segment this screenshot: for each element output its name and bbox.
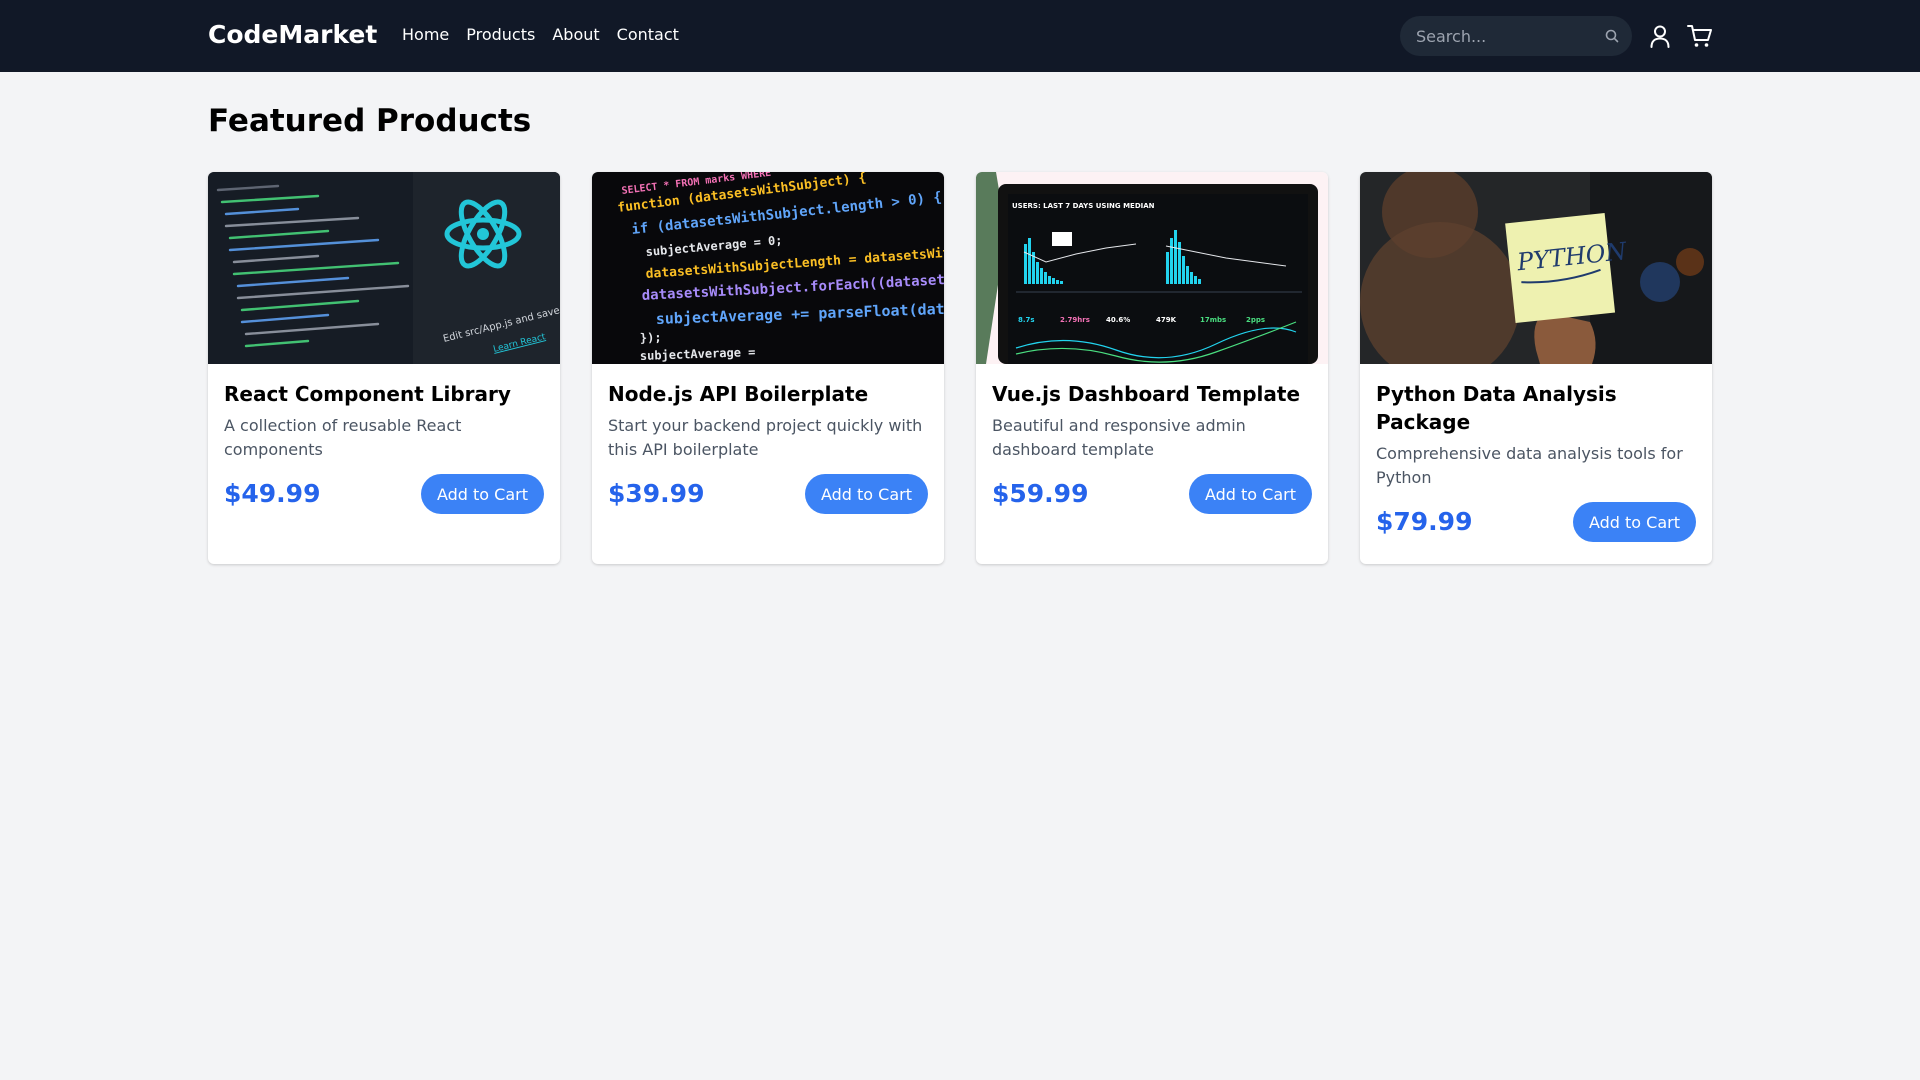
dashboard-stat-3: 40.6% <box>1106 316 1130 324</box>
product-title: Node.js API Boilerplate <box>608 382 869 406</box>
dashboard-stat-4: 479K <box>1156 316 1177 324</box>
dashboard-stat-5: 17mbs <box>1200 316 1226 324</box>
product-card-vuejs: USERS: LAST 7 DAYS USING MEDIAN 8.7s 2.7… <box>976 172 1328 564</box>
dashboard-stat-1: 8.7s <box>1018 316 1035 324</box>
product-price: $59.99 <box>992 479 1089 508</box>
add-to-cart-button[interactable]: Add to Cart <box>804 474 928 514</box>
dashboard-header-text: USERS: LAST 7 DAYS USING MEDIAN <box>1012 202 1155 210</box>
product-footer: $39.99 Add to Cart <box>608 474 928 514</box>
product-description: Beautiful and responsive admin dashboard… <box>992 416 1246 459</box>
product-image-react: Edit src/App.js and save to reload. Lear… <box>208 172 560 364</box>
product-description: A collection of reusable React component… <box>224 416 462 459</box>
product-description: Start your backend project quickly with … <box>608 416 923 459</box>
code-line-8: }); <box>640 330 662 345</box>
page-title: Featured Products <box>208 103 532 139</box>
product-title: Python Data Analysis Package <box>1376 382 1617 434</box>
search-icon[interactable] <box>1604 28 1620 44</box>
product-price: $39.99 <box>608 479 705 508</box>
nav-about-link[interactable]: About <box>552 24 599 46</box>
product-footer: $49.99 Add to Cart <box>224 474 544 514</box>
product-image-vuejs: USERS: LAST 7 DAYS USING MEDIAN 8.7s 2.7… <box>976 172 1328 364</box>
product-price: $79.99 <box>1376 507 1473 536</box>
product-description: Comprehensive data analysis tools for Py… <box>1376 444 1683 487</box>
search-input[interactable] <box>1400 16 1632 56</box>
product-price: $49.99 <box>224 479 321 508</box>
product-card-react: Edit src/App.js and save to reload. Lear… <box>208 172 560 564</box>
product-title: React Component Library <box>224 382 511 406</box>
nav-contact-link[interactable]: Contact <box>617 24 679 46</box>
cart-icon[interactable] <box>1686 22 1714 50</box>
main-nav: Home Products About Contact <box>402 24 679 46</box>
top-navbar: CodeMarket Home Products About Contact <box>0 0 1920 72</box>
dashboard-stat-2: 2.79hrs <box>1060 316 1090 324</box>
product-title: Vue.js Dashboard Template <box>992 382 1301 406</box>
add-to-cart-button[interactable]: Add to Cart <box>420 474 544 514</box>
dashboard-stat-6: 2pps <box>1246 316 1265 324</box>
add-to-cart-button[interactable]: Add to Cart <box>1572 502 1696 542</box>
nav-home-link[interactable]: Home <box>402 24 449 46</box>
product-card-nodejs: SELECT * FROM marks WHERE function (data… <box>592 172 944 564</box>
product-image-python: PYTHON <box>1360 172 1712 364</box>
add-to-cart-button[interactable]: Add to Cart <box>1188 474 1312 514</box>
product-footer: $79.99 Add to Cart <box>1376 502 1696 542</box>
product-card-python: PYTHON Python Data Analysis Package Comp… <box>1360 172 1712 564</box>
search-box <box>1400 16 1632 56</box>
product-grid: Edit src/App.js and save to reload. Lear… <box>208 172 1712 564</box>
product-footer: $59.99 Add to Cart <box>992 474 1312 514</box>
brand-logo[interactable]: CodeMarket <box>208 18 377 52</box>
product-image-nodejs: SELECT * FROM marks WHERE function (data… <box>592 172 944 364</box>
user-icon[interactable] <box>1646 22 1674 50</box>
nav-products-link[interactable]: Products <box>466 24 535 46</box>
